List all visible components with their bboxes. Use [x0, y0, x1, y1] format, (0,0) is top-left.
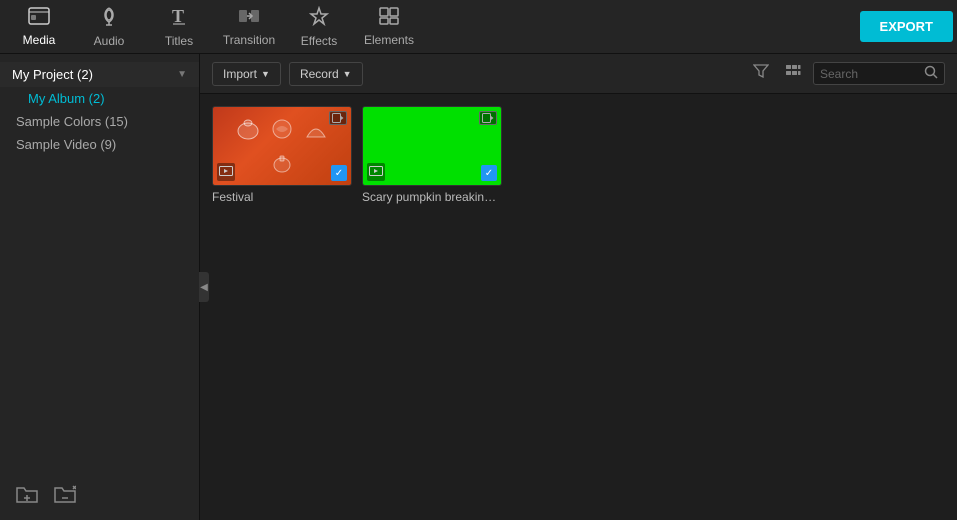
sidebar-video-label: Sample Video (9): [16, 137, 116, 152]
svg-text:T: T: [172, 6, 184, 26]
video-corner-icon-2: [479, 111, 497, 125]
media-thumb-scary-pumpkin: ✓: [362, 106, 502, 186]
sidebar-item-sample-video[interactable]: Sample Video (9): [0, 133, 199, 156]
import-button[interactable]: Import ▼: [212, 62, 281, 86]
sidebar-collapse-handle[interactable]: ◀: [199, 272, 209, 302]
festival-check: ✓: [331, 165, 347, 181]
add-folder-icon[interactable]: [16, 485, 38, 510]
top-toolbar: Media Audio T Titles: [0, 0, 957, 54]
toolbar-transition[interactable]: Transition: [214, 0, 284, 54]
sidebar: My Project (2) ▼ My Album (2) Sample Col…: [0, 54, 200, 520]
sidebar-album-label: My Album (2): [28, 91, 105, 106]
media-item-festival[interactable]: ✓ Festival: [212, 106, 352, 204]
toolbar-audio-label: Audio: [94, 34, 125, 48]
toolbar-elements[interactable]: Elements: [354, 0, 424, 54]
toolbar-media-label: Media: [23, 33, 56, 47]
record-button[interactable]: Record ▼: [289, 62, 363, 86]
pumpkin-check: ✓: [481, 165, 497, 181]
media-thumb-festival: ✓: [212, 106, 352, 186]
sidebar-item-my-album[interactable]: My Album (2): [0, 87, 199, 110]
media-item-scary-pumpkin[interactable]: ✓ Scary pumpkin breaking s...: [362, 106, 502, 204]
toolbar-audio[interactable]: Audio: [74, 0, 144, 54]
search-box: [813, 62, 945, 85]
toolbar-titles[interactable]: T Titles: [144, 0, 214, 54]
import-chevron-icon: ▼: [261, 69, 270, 79]
search-icon[interactable]: [924, 65, 938, 82]
video-corner-icon: [329, 111, 347, 125]
export-button[interactable]: EXPORT: [860, 11, 953, 42]
remove-folder-icon[interactable]: [54, 485, 76, 510]
toolbar-effects[interactable]: Effects: [284, 0, 354, 54]
media-type-icon-festival: [217, 163, 235, 181]
toolbar-effects-label: Effects: [301, 34, 337, 48]
content-area: Import ▼ Record ▼: [200, 54, 957, 520]
sidebar-item-sample-colors[interactable]: Sample Colors (15): [0, 110, 199, 133]
sidebar-item-my-project[interactable]: My Project (2) ▼: [0, 62, 199, 87]
transition-icon: [238, 7, 260, 30]
record-chevron-icon: ▼: [343, 69, 352, 79]
toolbar-media[interactable]: Media: [4, 0, 74, 54]
scary-pumpkin-label: Scary pumpkin breaking s...: [362, 190, 502, 204]
audio-icon: [100, 6, 118, 31]
media-type-icon-pumpkin: [367, 163, 385, 181]
effects-icon: [309, 6, 329, 31]
media-icon: [28, 7, 50, 30]
elements-icon: [379, 7, 399, 30]
toolbar-titles-label: Titles: [165, 34, 193, 48]
titles-icon: T: [170, 6, 188, 31]
sidebar-footer: [0, 485, 199, 510]
grid-view-icon[interactable]: [781, 60, 805, 87]
content-toolbar: Import ▼ Record ▼: [200, 54, 957, 94]
main-layout: My Project (2) ▼ My Album (2) Sample Col…: [0, 54, 957, 520]
search-input[interactable]: [820, 67, 920, 81]
record-label: Record: [300, 67, 339, 81]
sidebar-project-label: My Project (2): [12, 67, 93, 82]
toolbar-elements-label: Elements: [364, 33, 414, 47]
media-grid: ✓ Festival: [200, 94, 957, 520]
import-label: Import: [223, 67, 257, 81]
chevron-down-icon: ▼: [177, 69, 187, 80]
filter-icon[interactable]: [749, 60, 773, 87]
festival-label: Festival: [212, 190, 352, 204]
sidebar-colors-label: Sample Colors (15): [16, 114, 128, 129]
toolbar-transition-label: Transition: [223, 33, 275, 47]
